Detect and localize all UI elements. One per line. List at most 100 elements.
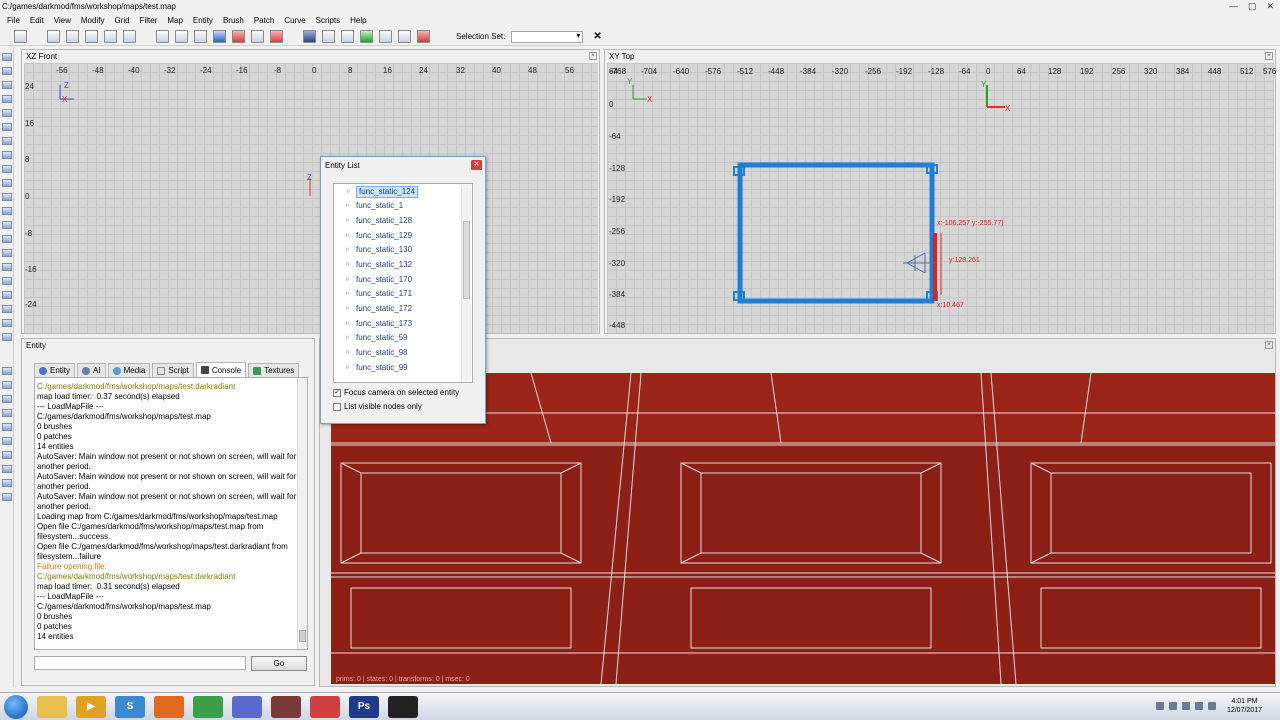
vertex-mode-icon[interactable] <box>360 30 373 43</box>
explorer-icon[interactable] <box>37 695 67 718</box>
tool-icon[interactable] <box>2 465 12 473</box>
tool-icon[interactable] <box>2 81 12 89</box>
tool-icon[interactable] <box>2 319 12 327</box>
rotate-mode-icon[interactable] <box>322 30 335 43</box>
rotate-y-icon[interactable] <box>123 30 136 43</box>
list-item[interactable]: func_static_173 <box>346 319 412 331</box>
tool-icon[interactable] <box>2 221 12 229</box>
console-output[interactable]: C:/games/darkmod/fms/workshop/maps/test.… <box>34 377 308 650</box>
close-icon[interactable]: ✕ <box>471 160 482 170</box>
x-axis-flip-icon[interactable] <box>47 30 60 43</box>
tray-icon[interactable] <box>1155 702 1164 710</box>
tool-icon[interactable] <box>2 95 12 103</box>
tool-icon[interactable] <box>2 479 12 487</box>
tool-icon[interactable] <box>2 165 12 173</box>
tool-icon[interactable] <box>2 109 12 117</box>
menu-brush[interactable]: Brush <box>218 16 249 25</box>
menu-modify[interactable]: Modify <box>76 16 110 25</box>
list-item[interactable]: func_static_59 <box>346 333 408 345</box>
tray-icon[interactable] <box>1194 702 1203 710</box>
menu-scripts[interactable]: Scripts <box>311 16 345 25</box>
edge-mode-icon[interactable] <box>379 30 392 43</box>
select-touching-icon[interactable] <box>175 30 188 43</box>
save-icon[interactable] <box>14 30 27 43</box>
list-item[interactable]: func_static_129 <box>346 231 412 243</box>
list-item[interactable]: func_static_132 <box>346 260 412 272</box>
tool-icon[interactable] <box>2 235 12 243</box>
menu-file[interactable]: File <box>2 16 25 25</box>
list-item[interactable]: func_static_130 <box>346 245 412 257</box>
tool-icon[interactable] <box>2 493 12 501</box>
panel-close-icon[interactable]: × <box>1265 341 1273 349</box>
menu-edit[interactable]: Edit <box>25 16 49 25</box>
menu-entity[interactable]: Entity <box>188 16 218 25</box>
csg-merge-icon[interactable] <box>251 30 264 43</box>
list-item[interactable]: func_static_172 <box>346 304 412 316</box>
texture-tool-icon[interactable] <box>417 30 430 43</box>
tool-icon[interactable] <box>2 67 12 75</box>
y-axis-flip-icon[interactable] <box>66 30 79 43</box>
tool-icon[interactable] <box>2 53 12 61</box>
discord-icon[interactable] <box>232 695 262 718</box>
tab-textures[interactable]: Textures <box>248 363 300 377</box>
start-button[interactable] <box>4 694 28 719</box>
csg-subtract-icon[interactable] <box>232 30 245 43</box>
tab-script[interactable]: Script <box>152 363 194 377</box>
focus-camera-checkbox[interactable]: ✓ <box>333 388 341 397</box>
console-scroll-thumb[interactable] <box>299 630 306 642</box>
focus-camera-option[interactable]: ✓ Focus camera on selected entity <box>333 388 459 397</box>
list-item[interactable]: func_static_171 <box>346 289 412 301</box>
panel-close-icon[interactable]: × <box>589 52 597 60</box>
tab-ai[interactable]: AI <box>77 363 106 377</box>
list-item[interactable]: func_static_98 <box>346 348 408 360</box>
maximize-button[interactable]: ▢ <box>1248 1 1257 12</box>
tray-icon[interactable] <box>1207 702 1216 710</box>
close-window-button[interactable]: ✕ <box>1266 1 1274 12</box>
menu-grid[interactable]: Grid <box>109 16 134 25</box>
tray-icon[interactable] <box>1168 702 1177 710</box>
darkradiant-icon[interactable] <box>271 695 301 718</box>
list-item[interactable]: func_static_1 <box>346 201 403 213</box>
visible-only-option[interactable]: List visible nodes only <box>333 402 422 411</box>
tool-icon[interactable] <box>2 151 12 159</box>
face-mode-icon[interactable] <box>398 30 411 43</box>
tool-icon[interactable] <box>2 437 12 445</box>
menu-filter[interactable]: Filter <box>135 16 163 25</box>
entity-list-scrollbar[interactable] <box>461 185 471 381</box>
media-player-icon[interactable]: ▶ <box>76 695 106 718</box>
tab-media[interactable]: Media <box>107 363 151 377</box>
xy-top-viewport[interactable]: Y X Y X x:-106.257 y:-255.77) y:128.261 … <box>607 63 1274 333</box>
tool-icon[interactable] <box>2 333 12 341</box>
skype-icon[interactable]: S <box>115 695 145 718</box>
tool-icon[interactable] <box>2 123 12 131</box>
clock[interactable]: 4:01 PM 12/07/2017 <box>1227 697 1262 715</box>
menu-map[interactable]: Map <box>162 16 188 25</box>
visible-only-checkbox[interactable] <box>333 402 341 411</box>
tool-icon[interactable] <box>2 395 12 403</box>
tray-icon[interactable] <box>1181 702 1190 710</box>
rotate-x-icon[interactable] <box>104 30 117 43</box>
go-button[interactable]: Go <box>251 656 307 671</box>
calculator-icon[interactable] <box>193 695 223 718</box>
xz-front-viewport[interactable]: Z X Z <box>24 63 598 333</box>
audio-icon[interactable] <box>310 695 340 718</box>
make-hollow-icon[interactable] <box>270 30 283 43</box>
tool-icon[interactable] <box>2 291 12 299</box>
tool-icon[interactable] <box>2 451 12 459</box>
z-axis-flip-icon[interactable] <box>85 30 98 43</box>
tool-icon[interactable] <box>2 423 12 431</box>
menu-help[interactable]: Help <box>345 16 371 25</box>
tool-icon[interactable] <box>2 249 12 257</box>
tool-icon[interactable] <box>2 207 12 215</box>
entity-list-scroll-thumb[interactable] <box>463 221 470 299</box>
menu-view[interactable]: View <box>49 16 76 25</box>
tool-icon[interactable] <box>2 367 12 375</box>
minimize-button[interactable]: — <box>1229 1 1238 12</box>
select-complete-tall-icon[interactable] <box>156 30 169 43</box>
menu-curve[interactable]: Curve <box>279 16 310 25</box>
tool-icon[interactable] <box>2 277 12 285</box>
scale-mode-icon[interactable] <box>341 30 354 43</box>
clipper-icon[interactable] <box>303 30 316 43</box>
tool-icon[interactable] <box>2 179 12 187</box>
console-command-input[interactable] <box>34 656 246 670</box>
